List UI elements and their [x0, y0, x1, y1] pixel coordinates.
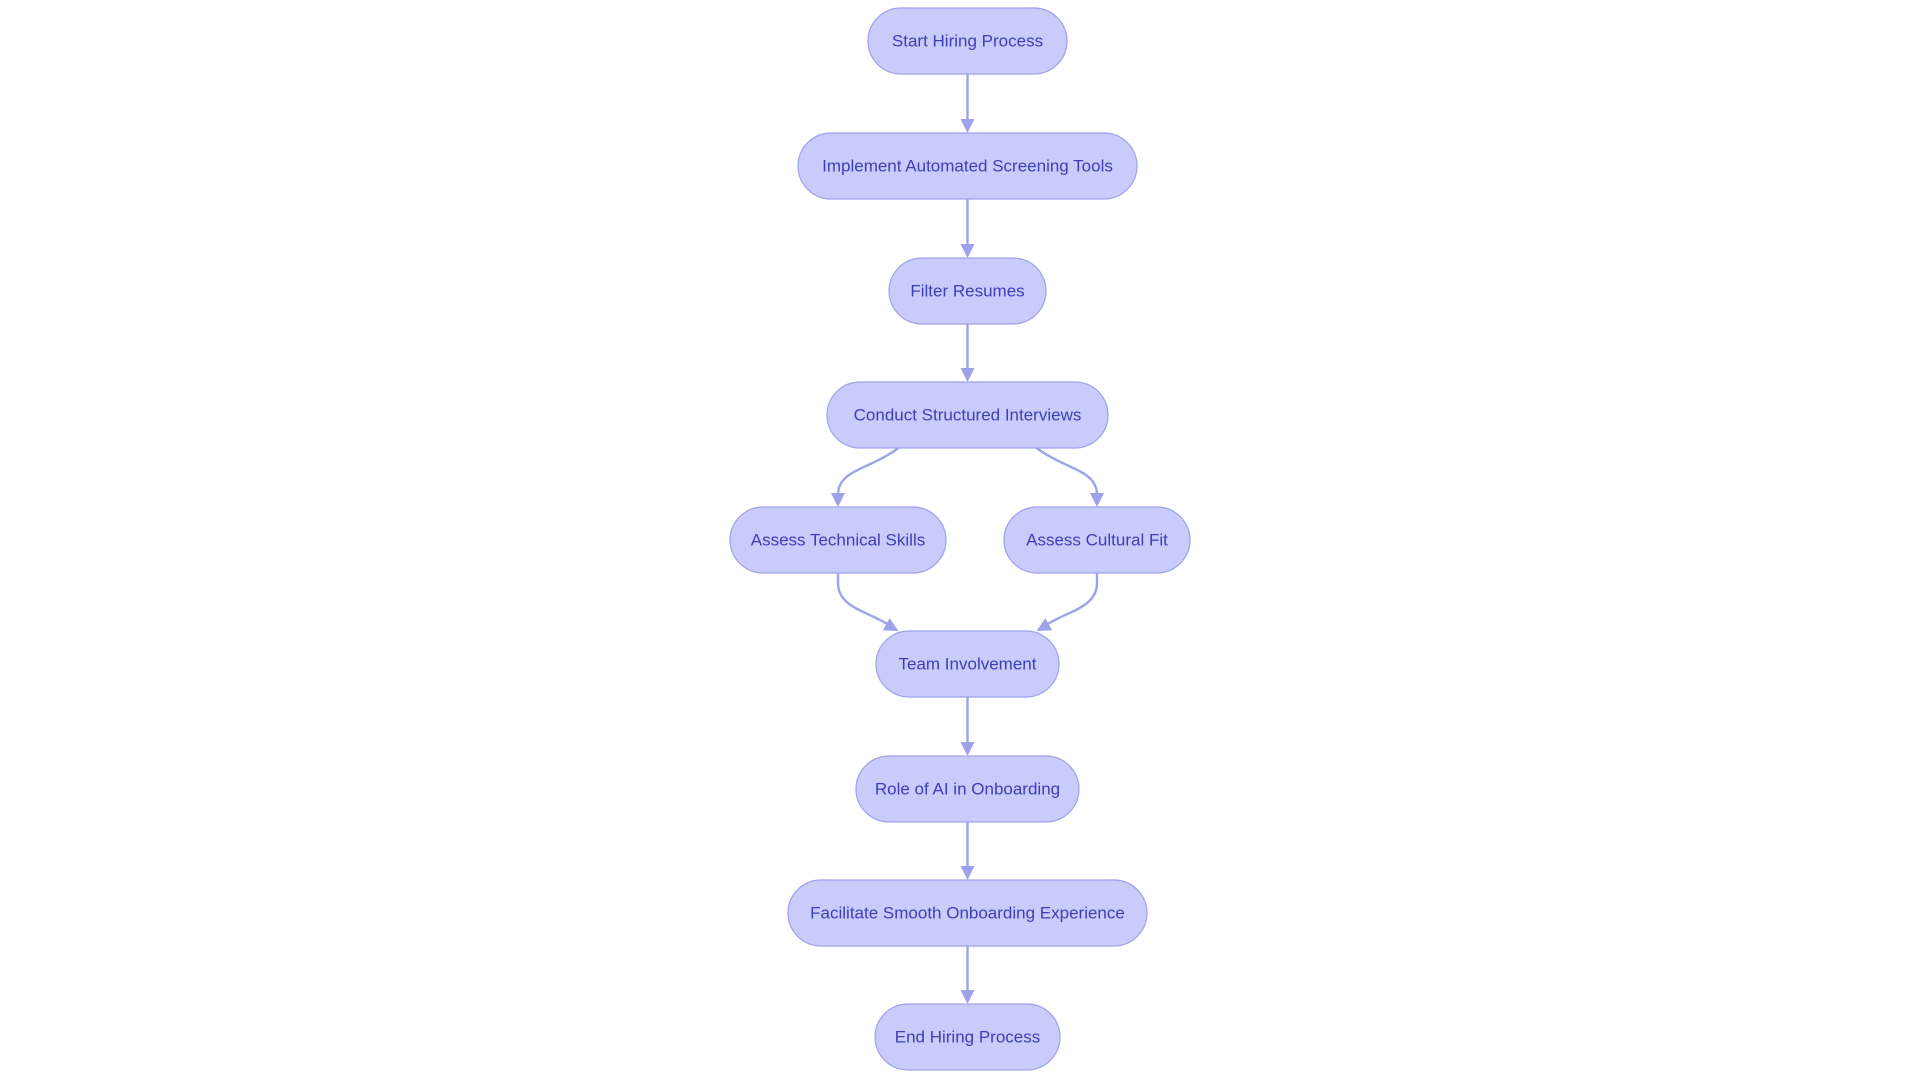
arrowhead-icon	[831, 493, 845, 507]
edge-line	[836, 573, 892, 627]
flowchart-canvas: Start Hiring Process Implement Automated …	[729, 7, 1191, 1071]
edge-line	[1043, 573, 1099, 627]
node-label: Implement Automated Screening Tools	[822, 157, 1113, 176]
arrowhead-icon	[960, 368, 975, 382]
node-end: End Hiring Process	[874, 1003, 1061, 1071]
arrowhead-icon	[960, 990, 975, 1004]
node-label: Conduct Structured Interviews	[854, 406, 1082, 425]
edge-cultural-to-team	[1036, 573, 1099, 631]
node-label: Role of AI in Onboarding	[875, 780, 1060, 799]
node-label: Filter Resumes	[910, 282, 1024, 301]
nodes-layer: Start Hiring Process Implement Automated …	[729, 7, 1191, 1071]
arrowhead-icon	[960, 742, 975, 756]
node-cultural: Assess Cultural Fit	[1003, 506, 1191, 574]
arrowhead-icon	[960, 866, 975, 880]
node-label: Assess Cultural Fit	[1026, 531, 1168, 550]
edge-team-to-ai	[960, 697, 975, 756]
arrowhead-icon	[882, 618, 899, 631]
arrowhead-icon	[960, 244, 975, 258]
node-ai: Role of AI in Onboarding	[855, 755, 1080, 823]
node-start: Start Hiring Process	[867, 7, 1068, 75]
node-interviews: Conduct Structured Interviews	[826, 381, 1109, 449]
node-onboarding: Facilitate Smooth Onboarding Experience	[787, 879, 1148, 947]
node-screening: Implement Automated Screening Tools	[797, 132, 1138, 200]
arrowhead-icon	[960, 119, 975, 133]
edge-technical-to-team	[836, 573, 899, 631]
node-technical: Assess Technical Skills	[729, 506, 947, 574]
node-team: Team Involvement	[875, 630, 1060, 698]
node-label: Team Involvement	[899, 655, 1037, 674]
edge-screening-to-filter	[960, 199, 975, 258]
node-label: Facilitate Smooth Onboarding Experience	[810, 904, 1125, 923]
arrowhead-icon	[1036, 618, 1053, 631]
node-label: Start Hiring Process	[892, 32, 1043, 51]
edge-line	[836, 447, 900, 496]
edge-line	[1035, 447, 1099, 496]
edge-filter-to-interviews	[960, 324, 975, 382]
edge-ai-to-onboarding	[960, 822, 975, 880]
edge-start-to-screening	[960, 74, 975, 133]
arrowhead-icon	[1090, 493, 1104, 507]
edge-interviews-to-cultural	[1035, 447, 1104, 507]
node-filter: Filter Resumes	[888, 257, 1047, 325]
edge-onboarding-to-end	[960, 946, 975, 1004]
node-label: End Hiring Process	[895, 1028, 1041, 1047]
edge-interviews-to-technical	[831, 447, 900, 507]
node-label: Assess Technical Skills	[751, 531, 925, 550]
